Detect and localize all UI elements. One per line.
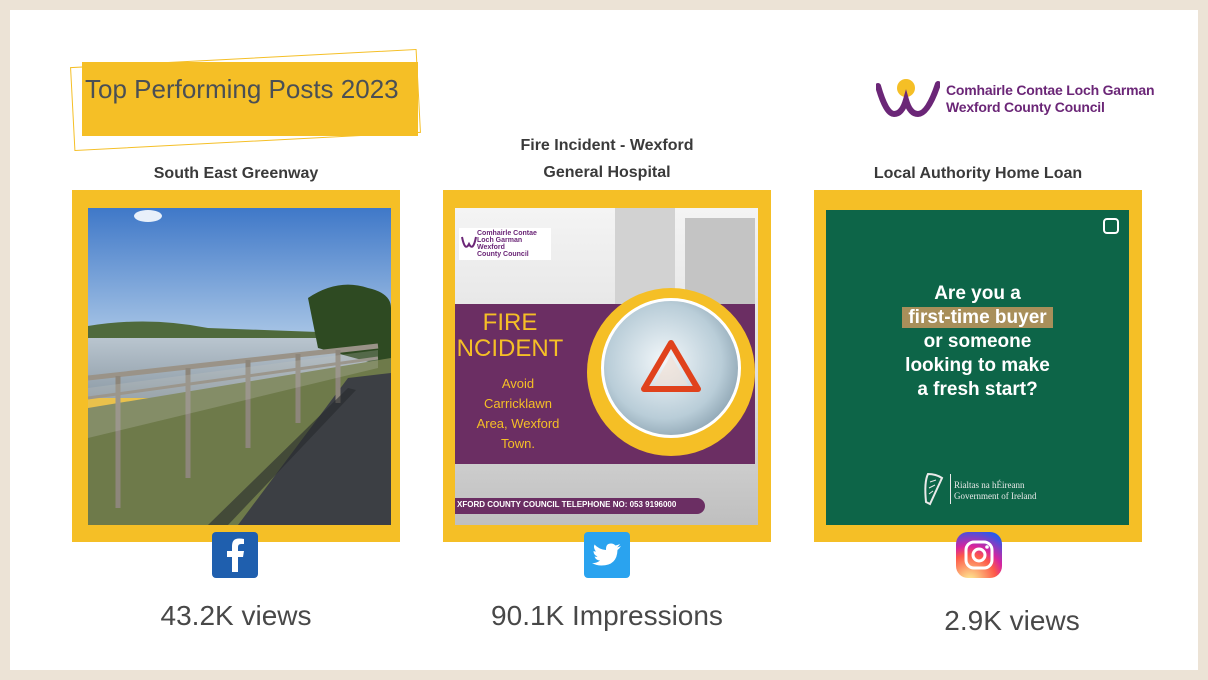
fire-road-photo [601, 298, 741, 438]
greenway-photo [88, 208, 391, 525]
fire-heading: FIRE NCIDENT [456, 309, 564, 362]
home-loan-graphic: Are you a first-time buyer or someone lo… [826, 210, 1129, 525]
reels-icon [1103, 218, 1119, 234]
metric-greenway: 43.2K views [160, 600, 312, 631]
fire-footer-bar: XFORD COUNTY COUNCIL TELEPHONE NO: 053 9… [455, 498, 705, 514]
fire-council-logo: Comhairle Contae Loch Garman Wexford Cou… [459, 228, 551, 260]
post-title-greenway: South East Greenway [153, 165, 319, 182]
facebook-icon[interactable] [212, 532, 258, 578]
home-loan-message: Are you a first-time buyer or someone lo… [826, 282, 1129, 402]
council-name-irish: Comhairle Contae Loch Garman [946, 82, 1155, 98]
government-of-ireland-logo: Rialtas na hÉireann Government of Irelan… [922, 472, 1062, 512]
council-logo-mark [461, 236, 477, 248]
fire-incident-graphic: Comhairle Contae Loch Garman Wexford Cou… [455, 208, 758, 525]
warning-triangle-icon [641, 340, 701, 392]
post-frame-home-loan[interactable]: Are you a first-time buyer or someone lo… [814, 190, 1142, 542]
instagram-icon[interactable] [956, 532, 1002, 578]
council-logo-mark [876, 79, 940, 118]
metric-home-loan: 2.9K views [944, 605, 1080, 636]
post-title-home-loan: Local Authority Home Loan [873, 165, 1083, 182]
title-banner: Top Performing Posts 2023 [70, 48, 432, 152]
fire-instructions: Avoid Carricklawn Area, Wexford Town. [476, 376, 560, 451]
twitter-icon[interactable] [584, 532, 630, 578]
post-frame-greenway[interactable] [72, 190, 400, 542]
fire-footer-phone: XFORD COUNTY COUNCIL TELEPHONE NO: 053 9… [457, 500, 677, 509]
metric-fire: 90.1K Impressions [491, 600, 723, 631]
infographic-card: Top Performing Posts 2023 Comhairle Cont… [10, 10, 1198, 670]
page-title: Top Performing Posts 2023 [85, 74, 399, 104]
post-title-fire: Fire Incident - Wexford General Hospital [520, 137, 694, 181]
council-logo: Comhairle Contae Loch Garman Wexford Cou… [876, 78, 1176, 122]
harp-icon [924, 472, 944, 506]
council-name-english: Wexford County Council [946, 99, 1105, 115]
post-frame-fire[interactable]: Comhairle Contae Loch Garman Wexford Cou… [443, 190, 771, 542]
